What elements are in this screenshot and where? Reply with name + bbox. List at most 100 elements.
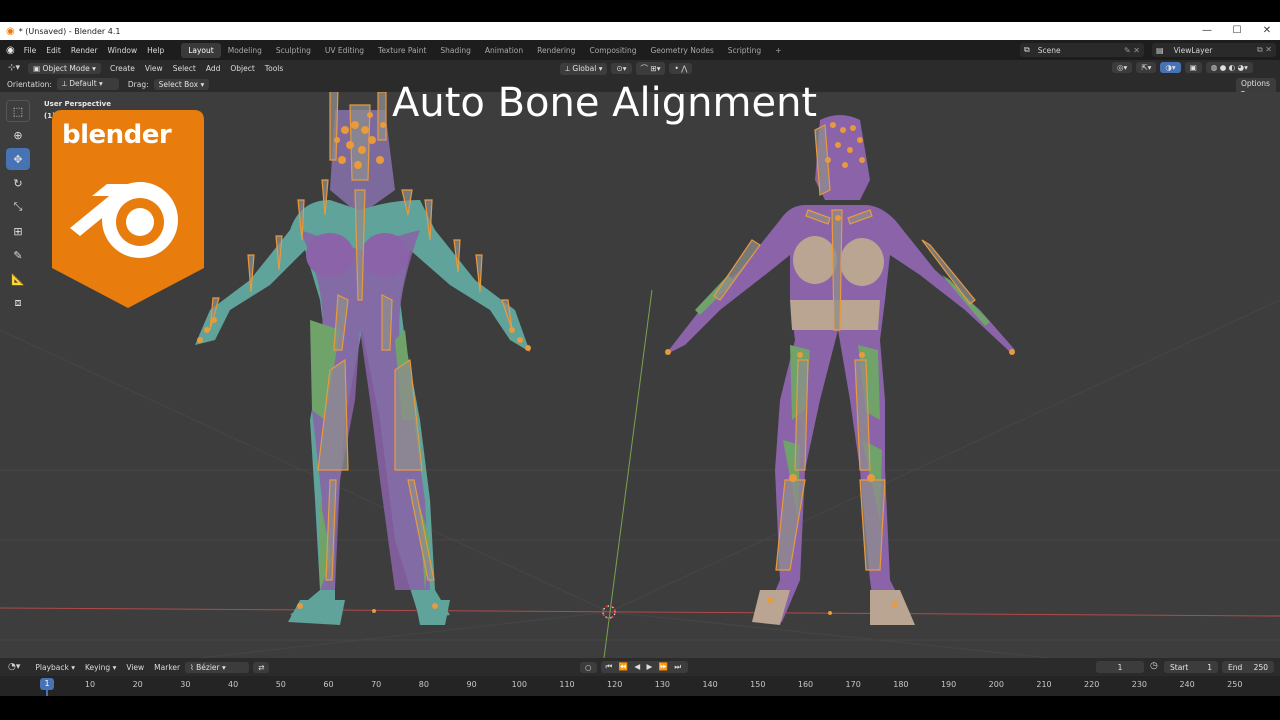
xray-icon[interactable]: ▣ [1184,62,1202,73]
playback-label: Playback [35,662,69,672]
timeline-editor-icon[interactable]: ◔▾ [8,662,20,672]
workspace-tab-shading[interactable]: Shading [433,43,477,58]
clock-icon[interactable]: ◷ [1150,661,1158,671]
visibility-icon[interactable]: ◎▾ [1112,62,1133,73]
end-label: End [1228,662,1243,672]
header-menu-view[interactable]: View [140,64,168,73]
ruler-tick-label: 230 [1131,680,1148,689]
end-frame-field[interactable]: End 250 [1222,661,1274,673]
letterbox-bottom [0,696,1280,720]
header-menu-create[interactable]: Create [105,64,140,73]
ruler-tick-label: 20 [132,680,143,689]
drag-dropdown[interactable]: Select Box ▾ [153,78,210,90]
options-label: Options [1241,79,1270,88]
header-menu-tools[interactable]: Tools [260,64,288,73]
blender-menu-icon[interactable]: ◉ [6,45,15,56]
select-box-tool-icon[interactable]: ⬚ [6,100,30,122]
minimize-button[interactable]: — [1192,22,1222,40]
orientation-dropdown[interactable]: ⟂ Default ▾ [56,78,119,90]
menu-help[interactable]: Help [142,46,169,55]
annotate-tool-icon[interactable]: ✎ [6,244,30,266]
mode-label: Object Mode [42,63,90,73]
ruler-tick-label: 90 [466,680,477,689]
transform-orientation-dropdown[interactable]: ⟂ Global ▾ [560,62,608,75]
overlay-icon[interactable]: ◑▾ [1160,62,1181,73]
menu-file[interactable]: File [19,46,42,55]
workspace-tab-scripting[interactable]: Scripting [721,43,768,58]
header-menu-object[interactable]: Object [225,64,259,73]
add-cube-tool-icon[interactable]: ⧈ [6,292,30,314]
auto-keying-icon[interactable]: ⇄ [253,661,270,673]
move-tool-icon[interactable]: ✥ [6,148,30,170]
current-frame-value: 1 [1117,662,1123,672]
playhead-frame[interactable]: 1 [40,678,54,690]
cursor-tool-icon[interactable]: ⊕ [6,124,30,146]
add-workspace-button[interactable]: + [768,43,788,58]
left-character-mesh[interactable] [195,110,530,625]
drag-label: Drag: [127,79,149,89]
editor-type-icon[interactable]: ⊹▾ [8,63,20,73]
header-menu-add[interactable]: Add [201,64,226,73]
ruler-tick-label: 250 [1227,680,1243,689]
window-titlebar: ◉ * (Unsaved) - Blender 4.1 — ☐ ✕ [0,22,1280,40]
ruler-tick-label: 80 [418,680,429,689]
ruler-tick-label: 170 [845,680,861,689]
timeline-menu-keying[interactable]: Keying ▾ [80,663,121,672]
proportional-edit-icon[interactable]: • ⋀ [669,63,693,74]
menu-edit[interactable]: Edit [41,46,66,55]
current-frame-field[interactable]: 1 [1096,661,1144,673]
3d-viewport[interactable]: User Perspective (1) blender [0,92,1280,658]
orientation-value: Default [69,79,97,88]
scene-icon: ⧉ [1024,45,1030,54]
menu-window[interactable]: Window [103,46,143,55]
ruler-tick-label: 240 [1179,680,1195,689]
workspace-tab-layout[interactable]: Layout [181,42,221,58]
workspace-tab-geometry-nodes[interactable]: Geometry Nodes [643,43,720,58]
snap-icon[interactable]: ⌒ ⊞▾ [635,62,666,75]
header-menu-select[interactable]: Select [168,64,201,73]
gizmo-icon[interactable]: ⇱▾ [1136,62,1157,73]
interpolation-dropdown[interactable]: ⌇ Bézier ▾ [185,661,250,673]
workspace-tab-modeling[interactable]: Modeling [221,43,269,58]
transform-tool-icon[interactable]: ⊞ [6,220,30,242]
timeline-menu-marker[interactable]: Marker [149,663,185,672]
workspace-tab-sculpting[interactable]: Sculpting [269,43,318,58]
workspace-tab-uv-editing[interactable]: UV Editing [318,43,371,58]
playback-controls[interactable]: ⏮ ⏪ ◀ ▶ ⏩ ⏭ [600,661,689,673]
record-button[interactable]: ○ [580,661,597,673]
workspace-tab-texture-paint[interactable]: Texture Paint [371,43,433,58]
mode-dropdown[interactable]: ▣ Object Mode ▾ [28,62,101,74]
measure-tool-icon[interactable]: 📐 [6,268,30,290]
ruler-tick-label: 140 [702,680,718,689]
scale-tool-icon[interactable]: ⤡ [6,196,30,218]
scene-selector[interactable]: ⧉ Scene ✎ ✕ [1020,43,1144,57]
timeline-header: ◔▾ Playback ▾ Keying ▾ View Marker ⌇ Béz… [0,658,1280,676]
end-value: 250 [1253,662,1268,672]
right-character-mesh[interactable] [665,115,1015,625]
workspace-tab-rendering[interactable]: Rendering [530,43,582,58]
close-icon[interactable]: ⧉ ✕ [1257,45,1272,55]
keying-label: Keying [85,662,111,672]
workspace-tab-animation[interactable]: Animation [478,43,530,58]
blender-logo-text: blender [62,120,172,150]
shading-modes-icon[interactable]: ◍ ● ◐ ◕▾ [1205,62,1253,73]
window-title: * (Unsaved) - Blender 4.1 [18,26,121,36]
viewport-header: ⊹▾ ▣ Object Mode ▾ Create View Select Ad… [0,60,1280,76]
workspace-tab-compositing[interactable]: Compositing [582,43,643,58]
close-button[interactable]: ✕ [1252,22,1280,40]
ruler-tick-label: 110 [559,680,575,689]
rotate-tool-icon[interactable]: ↻ [6,172,30,194]
menu-render[interactable]: Render [66,46,103,55]
viewlayer-selector[interactable]: ▤ ViewLayer ⧉ ✕ [1152,43,1276,57]
floor-grid [0,299,1280,658]
maximize-button[interactable]: ☐ [1222,22,1252,40]
timeline-menu-view[interactable]: View [121,663,149,672]
ruler-tick-label: 150 [750,680,766,689]
timeline-ruler[interactable]: 1 10 20 30 40 50 60 70 80 90 100 110 120 130 140 150 16… [0,676,1280,696]
ruler-tick-label: 40 [228,680,239,689]
timeline-menu-playback[interactable]: Playback ▾ [30,663,80,672]
ruler-tick-label: 60 [323,680,334,689]
pivot-icon[interactable]: ⊙▾ [611,63,632,74]
pin-icon[interactable]: ✎ ✕ [1124,46,1140,55]
start-frame-field[interactable]: Start 1 [1164,661,1218,673]
